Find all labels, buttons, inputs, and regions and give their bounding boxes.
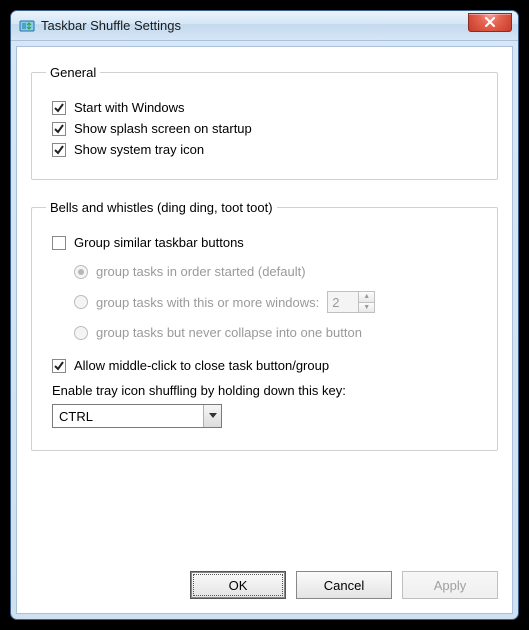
tray-key-label: Enable tray icon shuffling by holding do…	[52, 383, 483, 398]
middle-click-row[interactable]: Allow middle-click to close task button/…	[52, 358, 483, 373]
general-legend: General	[46, 65, 100, 80]
ok-button[interactable]: OK	[190, 571, 286, 599]
radio-threshold-label: group tasks with this or more windows:	[96, 295, 319, 310]
chevron-down-icon	[209, 413, 217, 419]
show-splash-row[interactable]: Show splash screen on startup	[52, 121, 483, 136]
spinner-down-icon: ▼	[359, 303, 374, 313]
radio-never-collapse	[74, 326, 88, 340]
titlebar[interactable]: Taskbar Shuffle Settings	[11, 11, 518, 41]
group-similar-checkbox[interactable]	[52, 236, 66, 250]
check-icon	[53, 123, 65, 135]
app-icon	[19, 18, 35, 34]
general-group: General Start with Windows Show splash s…	[31, 65, 498, 180]
cancel-button[interactable]: Cancel	[296, 571, 392, 599]
threshold-input	[327, 291, 359, 313]
bells-legend: Bells and whistles (ding ding, toot toot…	[46, 200, 277, 215]
radio-never-collapse-row: group tasks but never collapse into one …	[74, 325, 483, 340]
radio-order	[74, 265, 88, 279]
check-icon	[53, 144, 65, 156]
spinner-buttons: ▲ ▼	[359, 291, 375, 313]
threshold-spinner: ▲ ▼	[327, 291, 375, 313]
show-tray-row[interactable]: Show system tray icon	[52, 142, 483, 157]
start-with-windows-checkbox[interactable]	[52, 101, 66, 115]
group-similar-row[interactable]: Group similar taskbar buttons	[52, 235, 483, 250]
radio-threshold	[74, 295, 88, 309]
tray-key-dropdown[interactable]: CTRL	[52, 404, 222, 428]
radio-order-row: group tasks in order started (default)	[74, 264, 483, 279]
radio-dot-icon	[78, 269, 84, 275]
spinner-up-icon: ▲	[359, 292, 374, 303]
window-title: Taskbar Shuffle Settings	[41, 18, 468, 33]
tray-key-value: CTRL	[53, 405, 203, 427]
button-bar: OK Cancel Apply	[31, 561, 498, 599]
middle-click-label: Allow middle-click to close task button/…	[74, 358, 329, 373]
start-with-windows-label: Start with Windows	[74, 100, 185, 115]
show-splash-label: Show splash screen on startup	[74, 121, 252, 136]
show-tray-checkbox[interactable]	[52, 143, 66, 157]
apply-button: Apply	[402, 571, 498, 599]
start-with-windows-row[interactable]: Start with Windows	[52, 100, 483, 115]
bells-group: Bells and whistles (ding ding, toot toot…	[31, 200, 498, 451]
show-tray-label: Show system tray icon	[74, 142, 204, 157]
check-icon	[53, 102, 65, 114]
show-splash-checkbox[interactable]	[52, 122, 66, 136]
dropdown-button[interactable]	[203, 405, 221, 427]
middle-click-checkbox[interactable]	[52, 359, 66, 373]
radio-threshold-row: group tasks with this or more windows: ▲…	[74, 291, 483, 313]
group-similar-label: Group similar taskbar buttons	[74, 235, 244, 250]
client-area: General Start with Windows Show splash s…	[16, 46, 513, 614]
check-icon	[53, 360, 65, 372]
close-button[interactable]	[468, 13, 512, 32]
settings-window: Taskbar Shuffle Settings General Start w…	[10, 10, 519, 620]
radio-order-label: group tasks in order started (default)	[96, 264, 306, 279]
radio-never-collapse-label: group tasks but never collapse into one …	[96, 325, 362, 340]
close-icon	[484, 17, 496, 27]
